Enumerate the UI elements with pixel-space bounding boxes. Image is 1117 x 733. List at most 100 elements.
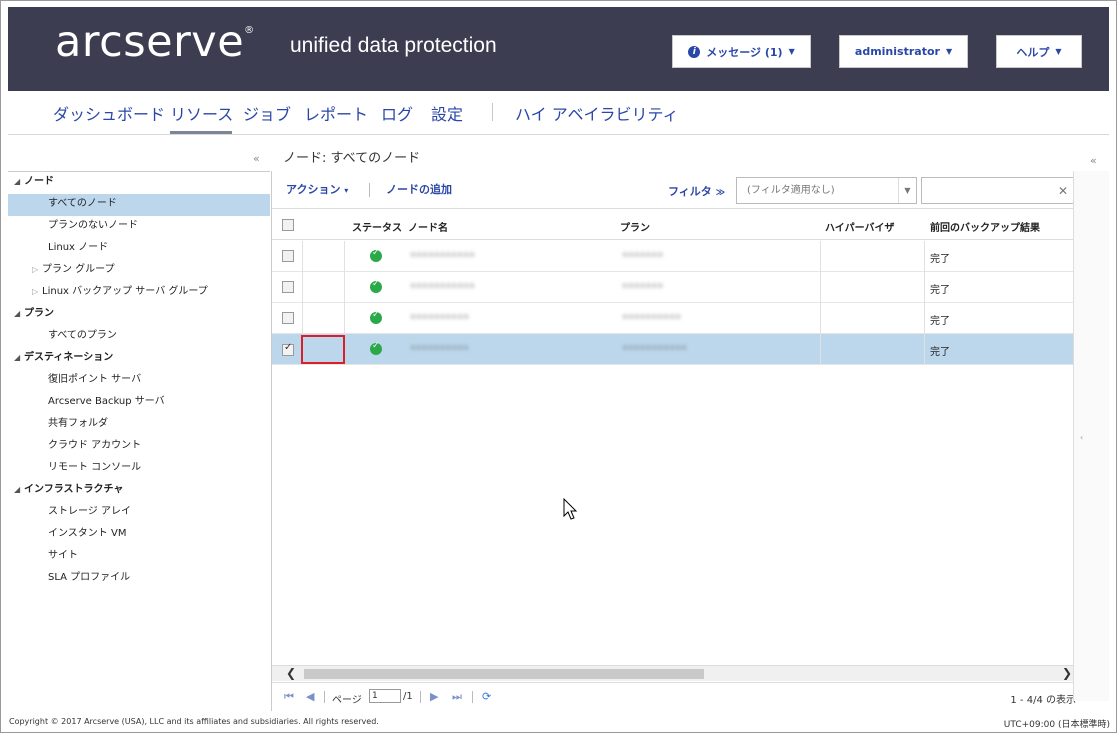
status-ok-icon bbox=[370, 341, 382, 355]
tree-item-all-plans[interactable]: すべてのプラン bbox=[8, 326, 270, 348]
page-number-input[interactable]: 1 bbox=[369, 689, 401, 703]
info-icon: i bbox=[688, 45, 701, 58]
table-row[interactable]: •••••••••• •••••••••• 完了 bbox=[272, 303, 1084, 334]
table-row[interactable]: ••••••••••• ••••••• 完了 bbox=[272, 241, 1084, 272]
chevron-down-icon: ▼ bbox=[1055, 47, 1062, 56]
header-bar: arcserve® unified data protection i メッセー… bbox=[8, 7, 1109, 91]
nav-resources[interactable]: リソース bbox=[170, 101, 233, 125]
first-page-icon[interactable]: ⏮ bbox=[284, 690, 294, 704]
tree-label: デスティネーション bbox=[24, 352, 114, 363]
row-checkbox[interactable] bbox=[282, 312, 294, 324]
pagination-bar: ⏮ ◀ ページ 1 /1 ▶ ⏭ ⟳ 1 - 4/4 の表示 bbox=[272, 682, 1084, 710]
horizontal-scrollbar[interactable]: ❮ ❯ bbox=[272, 665, 1084, 681]
tree-label: Linux ノード bbox=[48, 242, 109, 253]
row-checkbox[interactable] bbox=[282, 342, 294, 356]
tree-item-recovery-point-server[interactable]: 復旧ポイント サーバ bbox=[8, 370, 270, 392]
column-last-backup-result[interactable]: 前回のバックアップ結果 bbox=[930, 219, 1040, 234]
column-status[interactable]: ステータス bbox=[352, 219, 402, 234]
grid-toolbar: アクション ▾ ノードの追加 フィルタ ≫ (フィルタ適用なし) ▼ ✕ bbox=[272, 171, 1084, 209]
clear-icon[interactable]: ✕ bbox=[1058, 184, 1068, 198]
nav-logs[interactable]: ログ bbox=[381, 101, 413, 125]
last-page-icon[interactable]: ⏭ bbox=[452, 690, 462, 704]
column-divider bbox=[820, 241, 821, 272]
next-page-icon[interactable]: ▶ bbox=[430, 690, 438, 703]
tree-group-plan-groups[interactable]: ▷ プラン グループ bbox=[8, 260, 270, 282]
scroll-left-icon[interactable]: ❮ bbox=[286, 666, 296, 680]
page-summary: 1 - 4/4 の表示 bbox=[1010, 695, 1076, 706]
splitter-handle-icon[interactable]: ‹ bbox=[1080, 433, 1083, 442]
column-divider bbox=[344, 241, 345, 272]
add-node-button[interactable]: ノードの追加 bbox=[386, 181, 452, 197]
search-input[interactable]: ✕ bbox=[921, 177, 1077, 204]
app-window: arcserve® unified data protection i メッセー… bbox=[0, 0, 1117, 733]
column-node-name[interactable]: ノード名 bbox=[408, 219, 448, 234]
tree-item-all-nodes[interactable]: すべてのノード bbox=[8, 194, 270, 216]
scrollbar-thumb[interactable] bbox=[304, 669, 704, 679]
tree-category-nodes[interactable]: ◢ ノード bbox=[8, 172, 270, 194]
tree-item-arcserve-backup-server[interactable]: Arcserve Backup サーバ bbox=[8, 392, 270, 414]
collapse-right-icon[interactable]: « bbox=[1090, 154, 1097, 167]
help-button[interactable]: ヘルプ ▼ bbox=[996, 35, 1082, 68]
messages-button[interactable]: i メッセージ (1) ▼ bbox=[672, 35, 811, 68]
nav-jobs[interactable]: ジョブ bbox=[243, 101, 291, 125]
result-cell: 完了 bbox=[930, 347, 950, 358]
collapse-left-icon[interactable]: « bbox=[253, 152, 260, 165]
tree-item-sla-profile[interactable]: SLA プロファイル bbox=[8, 568, 270, 590]
tree-item-sites[interactable]: サイト bbox=[8, 546, 270, 568]
nav-settings[interactable]: 設定 bbox=[431, 101, 463, 125]
tree-item-cloud-account[interactable]: クラウド アカウント bbox=[8, 436, 270, 458]
user-label: administrator bbox=[854, 45, 940, 58]
nodes-grid: アクション ▾ ノードの追加 フィルタ ≫ (フィルタ適用なし) ▼ ✕ ステー… bbox=[271, 171, 1084, 711]
scroll-right-icon[interactable]: ❯ bbox=[1062, 666, 1072, 680]
plan-cell: ••••••• bbox=[622, 281, 664, 292]
row-checkbox[interactable] bbox=[282, 250, 294, 262]
refresh-icon[interactable]: ⟳ bbox=[482, 690, 491, 703]
result-cell: 完了 bbox=[930, 285, 950, 296]
tree-category-destinations[interactable]: ◢ デスティネーション bbox=[8, 348, 270, 370]
tree-label: SLA プロファイル bbox=[48, 572, 131, 583]
tree-item-storage-array[interactable]: ストレージ アレイ bbox=[8, 502, 270, 524]
tree-item-shared-folder[interactable]: 共有フォルダ bbox=[8, 414, 270, 436]
filter-select[interactable]: (フィルタ適用なし) ▼ bbox=[736, 177, 917, 204]
plan-cell: ••••••• bbox=[622, 250, 664, 261]
tree-group-linux-backup-server-groups[interactable]: ▷ Linux バックアップ サーバ グループ bbox=[8, 282, 270, 304]
row-checkbox[interactable] bbox=[282, 281, 294, 293]
nav-reports[interactable]: レポート bbox=[304, 101, 368, 125]
table-row[interactable]: ••••••••••• ••••••• 完了 bbox=[272, 272, 1084, 303]
chevron-down-icon: ▾ bbox=[344, 186, 349, 195]
nav-high-availability[interactable]: ハイ アベイラビリティ bbox=[515, 101, 679, 125]
user-menu-button[interactable]: administrator ▼ bbox=[839, 35, 968, 68]
right-collapsed-panel: ‹ bbox=[1073, 171, 1109, 701]
tree-item-linux-nodes[interactable]: Linux ノード bbox=[8, 238, 270, 260]
plan-cell: ••••••••••• bbox=[622, 343, 687, 354]
column-plan[interactable]: プラン bbox=[620, 219, 650, 234]
result-cell: 完了 bbox=[930, 316, 950, 327]
node-name-cell: •••••••••• bbox=[410, 343, 469, 354]
tree-label: リモート コンソール bbox=[48, 462, 142, 473]
nav-dashboard[interactable]: ダッシュボード bbox=[53, 101, 165, 125]
tree-category-infrastructure[interactable]: ◢ インフラストラクチャ bbox=[8, 480, 270, 502]
main-nav: ダッシュボード リソース ジョブ レポート ログ 設定 ハイ アベイラビリティ bbox=[8, 91, 1109, 135]
tree-item-instant-vm[interactable]: インスタント VM bbox=[8, 524, 270, 546]
column-divider bbox=[344, 272, 345, 303]
toolbar-separator bbox=[369, 183, 370, 197]
table-row-selected[interactable]: •••••••••• ••••••••••• 完了 bbox=[272, 334, 1084, 365]
tree-item-remote-console[interactable]: リモート コンソール bbox=[8, 458, 270, 480]
status-ok-icon bbox=[370, 310, 382, 324]
select-all-checkbox[interactable] bbox=[282, 219, 294, 231]
tree-label: 復旧ポイント サーバ bbox=[48, 374, 142, 385]
action-label: アクション bbox=[286, 183, 341, 196]
action-menu-button[interactable]: アクション ▾ bbox=[286, 181, 348, 197]
node-name-cell: ••••••••••• bbox=[410, 250, 475, 261]
expand-arrow-icon: ◢ bbox=[14, 177, 21, 186]
previous-page-icon[interactable]: ◀ bbox=[306, 690, 314, 703]
expand-arrow-icon: ◢ bbox=[14, 485, 21, 494]
tree-label: インフラストラクチャ bbox=[24, 484, 124, 495]
column-hypervisor[interactable]: ハイパーバイザ bbox=[825, 219, 895, 234]
column-divider bbox=[820, 272, 821, 303]
brand-mark: ® bbox=[244, 25, 255, 36]
tree-category-plans[interactable]: ◢ プラン bbox=[8, 304, 270, 326]
filter-label: フィルタ bbox=[668, 185, 712, 198]
tree-item-nodes-without-plan[interactable]: プランのないノード bbox=[8, 216, 270, 238]
filter-button[interactable]: フィルタ ≫ bbox=[668, 183, 725, 199]
